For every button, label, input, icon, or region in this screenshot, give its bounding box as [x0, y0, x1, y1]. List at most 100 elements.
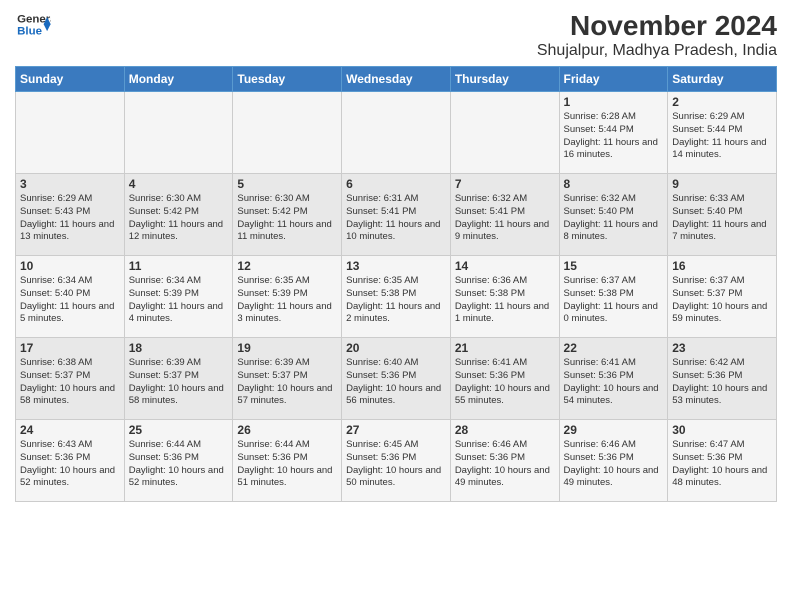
day-info: Sunrise: 6:35 AM Sunset: 5:39 PM Dayligh… [237, 275, 337, 326]
day-number: 6 [346, 177, 446, 191]
day-number: 4 [129, 177, 229, 191]
day-number: 3 [20, 177, 120, 191]
day-info: Sunrise: 6:32 AM Sunset: 5:41 PM Dayligh… [455, 193, 555, 244]
day-info: Sunrise: 6:29 AM Sunset: 5:43 PM Dayligh… [20, 193, 120, 244]
day-info: Sunrise: 6:34 AM Sunset: 5:39 PM Dayligh… [129, 275, 229, 326]
day-number: 11 [129, 259, 229, 273]
calendar-cell: 30 Sunrise: 6:47 AM Sunset: 5:36 PM Dayli… [668, 420, 777, 502]
calendar-cell: 22 Sunrise: 6:41 AM Sunset: 5:36 PM Dayli… [559, 338, 668, 420]
svg-text:Blue: Blue [17, 26, 42, 38]
calendar-cell: 14 Sunrise: 6:36 AM Sunset: 5:38 PM Dayli… [450, 256, 559, 338]
day-info: Sunrise: 6:44 AM Sunset: 5:36 PM Dayligh… [129, 439, 229, 490]
day-number: 19 [237, 341, 337, 355]
calendar-cell: 26Sunrise: 6:44 AM Sunset: 5:36 PM Dayli… [233, 420, 342, 502]
day-number: 17 [20, 341, 120, 355]
weekday-header-saturday: Saturday [668, 67, 777, 92]
calendar-body: 1 Sunrise: 6:28 AM Sunset: 5:44 PM Daylig… [16, 92, 777, 502]
calendar-cell: 6Sunrise: 6:31 AM Sunset: 5:41 PM Daylig… [342, 174, 451, 256]
day-number: 22 [564, 341, 664, 355]
day-number: 13 [346, 259, 446, 273]
calendar-cell: 5Sunrise: 6:30 AM Sunset: 5:42 PM Daylig… [233, 174, 342, 256]
day-number: 12 [237, 259, 337, 273]
calendar-cell: 2Sunrise: 6:29 AM Sunset: 5:44 PM Daylig… [668, 92, 777, 174]
calendar-cell: 28 Sunrise: 6:46 AM Sunset: 5:36 PM Dayli… [450, 420, 559, 502]
day-info: Sunrise: 6:37 AM Sunset: 5:37 PM Dayligh… [672, 275, 772, 326]
day-number: 7 [455, 177, 555, 191]
day-info: Sunrise: 6:35 AM Sunset: 5:38 PM Dayligh… [346, 275, 446, 326]
day-info: Sunrise: 6:39 AM Sunset: 5:37 PM Dayligh… [129, 357, 229, 408]
day-number: 9 [672, 177, 772, 191]
day-info: Sunrise: 6:45 AM Sunset: 5:36 PM Dayligh… [346, 439, 446, 490]
logo-icon: General Blue [15, 10, 51, 40]
calendar-cell [450, 92, 559, 174]
calendar-cell: 13 Sunrise: 6:35 AM Sunset: 5:38 PM Dayli… [342, 256, 451, 338]
calendar-cell: 8 Sunrise: 6:32 AM Sunset: 5:40 PM Daylig… [559, 174, 668, 256]
day-info: Sunrise: 6:34 AM Sunset: 5:40 PM Dayligh… [20, 275, 120, 326]
main-title: November 2024 [537, 10, 777, 42]
day-info: Sunrise: 6:41 AM Sunset: 5:36 PM Dayligh… [564, 357, 664, 408]
day-number: 16 [672, 259, 772, 273]
logo: General Blue [15, 10, 51, 40]
day-number: 8 [564, 177, 664, 191]
day-number: 24 [20, 423, 120, 437]
calendar-cell: 27 Sunrise: 6:45 AM Sunset: 5:36 PM Dayli… [342, 420, 451, 502]
calendar-cell: 10Sunrise: 6:34 AM Sunset: 5:40 PM Dayli… [16, 256, 125, 338]
day-info: Sunrise: 6:28 AM Sunset: 5:44 PM Dayligh… [564, 111, 664, 162]
calendar-cell: 4 Sunrise: 6:30 AM Sunset: 5:42 PM Daylig… [124, 174, 233, 256]
weekday-header-tuesday: Tuesday [233, 67, 342, 92]
calendar-cell: 18Sunrise: 6:39 AM Sunset: 5:37 PM Dayli… [124, 338, 233, 420]
day-number: 28 [455, 423, 555, 437]
day-number: 20 [346, 341, 446, 355]
day-number: 14 [455, 259, 555, 273]
calendar-cell [342, 92, 451, 174]
weekday-header-monday: Monday [124, 67, 233, 92]
day-info: Sunrise: 6:39 AM Sunset: 5:37 PM Dayligh… [237, 357, 337, 408]
day-info: Sunrise: 6:32 AM Sunset: 5:40 PM Dayligh… [564, 193, 664, 244]
calendar-cell [16, 92, 125, 174]
day-number: 26 [237, 423, 337, 437]
calendar-cell: 25 Sunrise: 6:44 AM Sunset: 5:36 PM Dayli… [124, 420, 233, 502]
calendar-cell: 3 Sunrise: 6:29 AM Sunset: 5:43 PM Daylig… [16, 174, 125, 256]
calendar-cell: 9 Sunrise: 6:33 AM Sunset: 5:40 PM Daylig… [668, 174, 777, 256]
calendar-cell [233, 92, 342, 174]
day-info: Sunrise: 6:37 AM Sunset: 5:38 PM Dayligh… [564, 275, 664, 326]
week-row-2: 3 Sunrise: 6:29 AM Sunset: 5:43 PM Daylig… [16, 174, 777, 256]
day-number: 30 [672, 423, 772, 437]
day-info: Sunrise: 6:46 AM Sunset: 5:36 PM Dayligh… [455, 439, 555, 490]
day-number: 29 [564, 423, 664, 437]
day-info: Sunrise: 6:36 AM Sunset: 5:38 PM Dayligh… [455, 275, 555, 326]
day-info: Sunrise: 6:30 AM Sunset: 5:42 PM Dayligh… [237, 193, 337, 244]
calendar-cell: 19 Sunrise: 6:39 AM Sunset: 5:37 PM Dayli… [233, 338, 342, 420]
calendar-cell: 11 Sunrise: 6:34 AM Sunset: 5:39 PM Dayli… [124, 256, 233, 338]
calendar-cell: 24 Sunrise: 6:43 AM Sunset: 5:36 PM Dayli… [16, 420, 125, 502]
calendar-cell: 20 Sunrise: 6:40 AM Sunset: 5:36 PM Dayli… [342, 338, 451, 420]
calendar-cell: 1 Sunrise: 6:28 AM Sunset: 5:44 PM Daylig… [559, 92, 668, 174]
header: General Blue November 2024 Shujalpur, Ma… [15, 10, 777, 60]
day-number: 25 [129, 423, 229, 437]
day-info: Sunrise: 6:42 AM Sunset: 5:36 PM Dayligh… [672, 357, 772, 408]
day-info: Sunrise: 6:33 AM Sunset: 5:40 PM Dayligh… [672, 193, 772, 244]
day-info: Sunrise: 6:38 AM Sunset: 5:37 PM Dayligh… [20, 357, 120, 408]
calendar-cell: 16 Sunrise: 6:37 AM Sunset: 5:37 PM Dayli… [668, 256, 777, 338]
day-number: 27 [346, 423, 446, 437]
day-info: Sunrise: 6:30 AM Sunset: 5:42 PM Dayligh… [129, 193, 229, 244]
weekday-header-wednesday: Wednesday [342, 67, 451, 92]
calendar-cell: 29 Sunrise: 6:46 AM Sunset: 5:36 PM Dayli… [559, 420, 668, 502]
subtitle: Shujalpur, Madhya Pradesh, India [537, 42, 777, 60]
day-info: Sunrise: 6:47 AM Sunset: 5:36 PM Dayligh… [672, 439, 772, 490]
calendar-table: SundayMondayTuesdayWednesdayThursdayFrid… [15, 66, 777, 502]
day-info: Sunrise: 6:43 AM Sunset: 5:36 PM Dayligh… [20, 439, 120, 490]
week-row-5: 24 Sunrise: 6:43 AM Sunset: 5:36 PM Dayli… [16, 420, 777, 502]
weekday-header-sunday: Sunday [16, 67, 125, 92]
weekday-row: SundayMondayTuesdayWednesdayThursdayFrid… [16, 67, 777, 92]
day-info: Sunrise: 6:40 AM Sunset: 5:36 PM Dayligh… [346, 357, 446, 408]
day-number: 23 [672, 341, 772, 355]
day-info: Sunrise: 6:29 AM Sunset: 5:44 PM Dayligh… [672, 111, 772, 162]
calendar-header: SundayMondayTuesdayWednesdayThursdayFrid… [16, 67, 777, 92]
day-info: Sunrise: 6:46 AM Sunset: 5:36 PM Dayligh… [564, 439, 664, 490]
calendar-cell: 21Sunrise: 6:41 AM Sunset: 5:36 PM Dayli… [450, 338, 559, 420]
calendar-cell: 17 Sunrise: 6:38 AM Sunset: 5:37 PM Dayli… [16, 338, 125, 420]
title-area: November 2024 Shujalpur, Madhya Pradesh,… [537, 10, 777, 60]
day-number: 1 [564, 95, 664, 109]
day-number: 15 [564, 259, 664, 273]
